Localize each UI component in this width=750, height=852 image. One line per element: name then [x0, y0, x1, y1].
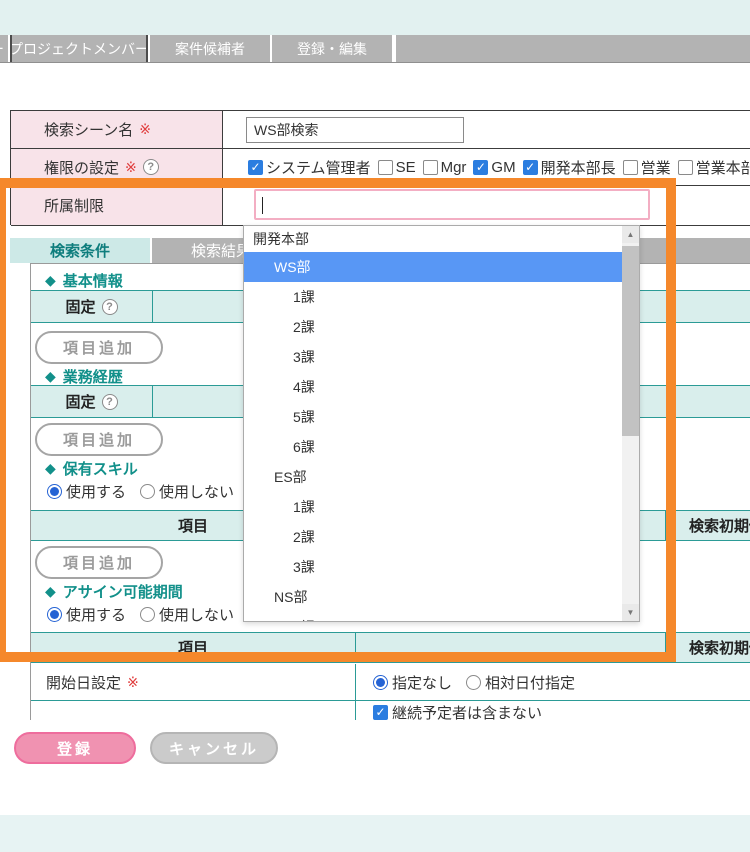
scroll-up-icon[interactable]: ▲ [622, 226, 639, 243]
dropdown-scrollbar[interactable]: ▲ ▼ [622, 226, 639, 621]
checkbox-icon [423, 160, 438, 175]
exclude-continuing-option: 継続予定者は含まない [356, 701, 750, 720]
scene-name-input[interactable] [246, 117, 464, 143]
required-mark: ※ [127, 674, 139, 691]
tab-candidates[interactable]: 案件候補者 [150, 35, 270, 62]
affiliation-input[interactable] [254, 189, 650, 220]
search-scene-form: 検索シーン名 ※ 権限の設定 ※ ? システム管理者 SE Mgr GM 開発本… [10, 110, 750, 225]
dropdown-option[interactable]: 3課 [244, 342, 624, 372]
help-icon[interactable]: ? [102, 299, 118, 315]
register-button[interactable]: 登録 [14, 732, 136, 764]
tab-fragment[interactable]: ー [0, 35, 8, 62]
section-skills: ◆ 保有スキル [45, 458, 138, 479]
help-icon[interactable]: ? [143, 159, 159, 175]
dropdown-option[interactable]: 6課 [244, 432, 624, 462]
checkbox-sales-director[interactable]: 営業本部長 [678, 157, 750, 178]
tab-search-conditions[interactable]: 検索条件 [10, 238, 150, 263]
assign-table-header: 項目 検索初期値 [31, 632, 750, 663]
dropdown-option[interactable]: 1課 [244, 492, 624, 522]
basic-add-item-button[interactable]: 項目追加 [35, 331, 163, 364]
scroll-down-icon[interactable]: ▼ [622, 604, 639, 621]
checkbox-icon[interactable] [373, 705, 388, 720]
radio-use-icon[interactable] [47, 484, 62, 499]
permission-checkbox-group: システム管理者 SE Mgr GM 開発本部長 営業 営業本部長 書記 [248, 157, 750, 178]
checkbox-icon [473, 160, 488, 175]
checkbox-system-admin[interactable]: システム管理者 [248, 157, 371, 178]
affiliation-label: 所属制限 [11, 186, 223, 225]
permission-value-cell: システム管理者 SE Mgr GM 開発本部長 営業 営業本部長 書記 [223, 149, 750, 185]
radio-not-use-icon[interactable] [140, 607, 155, 622]
tab-register-edit[interactable]: 登録・編集 [272, 35, 392, 62]
diamond-icon: ◆ [45, 368, 56, 385]
top-background-band [0, 0, 750, 35]
permission-label: 権限の設定 ※ ? [11, 149, 223, 185]
text-caret [262, 197, 263, 214]
checkbox-icon [378, 160, 393, 175]
dropdown-option[interactable]: 1課 [244, 612, 624, 622]
scene-name-row: 検索シーン名 ※ [11, 111, 750, 149]
assign-use-radio-group: 使用する 使用しない [47, 604, 234, 625]
basic-fixed-cell: 固定 ? [31, 291, 153, 322]
dropdown-option[interactable]: 4課 [244, 372, 624, 402]
tab-strip-filler [396, 35, 750, 62]
checkbox-sales[interactable]: 営業 [623, 157, 671, 178]
dropdown-option[interactable]: 3課 [244, 552, 624, 582]
checkbox-icon [248, 160, 263, 175]
affiliation-value-cell [223, 186, 750, 225]
diamond-icon: ◆ [45, 460, 56, 477]
skills-use-radio-group: 使用する 使用しない [47, 481, 234, 502]
dropdown-option[interactable]: 開発本部 [244, 226, 624, 252]
help-icon[interactable]: ? [102, 394, 118, 410]
assign-col-initial: 検索初期値 [666, 633, 750, 662]
checkbox-icon [623, 160, 638, 175]
affiliation-dropdown-list: 開発本部 WS部 1課 2課 3課 4課 5課 6課 ES部 1課 2課 3課 … [244, 226, 624, 622]
radio-no-spec-icon[interactable] [373, 675, 388, 690]
tab-project-members[interactable]: プロジェクトメンバー [10, 35, 148, 62]
start-date-options: 指定なし 相対日付指定 [356, 664, 750, 700]
bottom-background-band [0, 815, 750, 852]
radio-not-use-icon[interactable] [140, 484, 155, 499]
radio-use-icon[interactable] [47, 607, 62, 622]
affiliation-row: 所属制限 [11, 186, 750, 226]
dropdown-option[interactable]: 2課 [244, 522, 624, 552]
required-mark: ※ [139, 121, 151, 138]
scrollbar-thumb[interactable] [622, 246, 639, 436]
radio-relative-date-icon[interactable] [466, 675, 481, 690]
main-tab-strip: ー プロジェクトメンバー 案件候補者 登録・編集 [0, 35, 750, 63]
assign-col-item: 項目 [31, 633, 356, 662]
assign-col-blank [356, 633, 666, 662]
dropdown-option[interactable]: 2課 [244, 312, 624, 342]
career-add-item-button[interactable]: 項目追加 [35, 423, 163, 456]
career-fixed-cell: 固定 ? [31, 386, 153, 417]
cancel-button[interactable]: キャンセル [150, 732, 278, 764]
section-work-history: ◆ 業務経歴 [45, 366, 123, 387]
required-mark: ※ [125, 159, 137, 176]
diamond-icon: ◆ [45, 272, 56, 289]
permission-row: 権限の設定 ※ ? システム管理者 SE Mgr GM 開発本部長 営業 営業本… [11, 149, 750, 186]
dropdown-option[interactable]: ES部 [244, 462, 624, 492]
checkbox-icon [678, 160, 693, 175]
dropdown-option[interactable]: 5課 [244, 402, 624, 432]
affiliation-dropdown: 開発本部 WS部 1課 2課 3課 4課 5課 6課 ES部 1課 2課 3課 … [243, 225, 640, 622]
scene-name-label: 検索シーン名 ※ [11, 111, 223, 148]
checkbox-se[interactable]: SE [378, 159, 416, 176]
checkbox-gm[interactable]: GM [473, 159, 515, 176]
exclude-continuing-row: 継続予定者は含まない [31, 701, 750, 720]
page: ー プロジェクトメンバー 案件候補者 登録・編集 検索シーン名 ※ 権限の設定 … [0, 0, 750, 852]
start-date-row: 開始日設定 ※ 指定なし 相対日付指定 [31, 664, 750, 701]
checkbox-icon [523, 160, 538, 175]
diamond-icon: ◆ [45, 583, 56, 600]
skills-col-initial: 検索初期値 [666, 511, 750, 540]
start-date-label: 開始日設定 ※ [31, 664, 356, 700]
section-assignable-period: ◆ アサイン可能期間 [45, 581, 183, 602]
checkbox-mgr[interactable]: Mgr [423, 159, 467, 176]
dropdown-option-selected[interactable]: WS部 [244, 252, 624, 282]
dropdown-option[interactable]: 1課 [244, 282, 624, 312]
skills-add-item-button[interactable]: 項目追加 [35, 546, 163, 579]
section-basic-info: ◆ 基本情報 [45, 270, 123, 291]
checkbox-dev-director[interactable]: 開発本部長 [523, 157, 616, 178]
scene-name-value-cell [223, 111, 750, 148]
dropdown-option[interactable]: NS部 [244, 582, 624, 612]
